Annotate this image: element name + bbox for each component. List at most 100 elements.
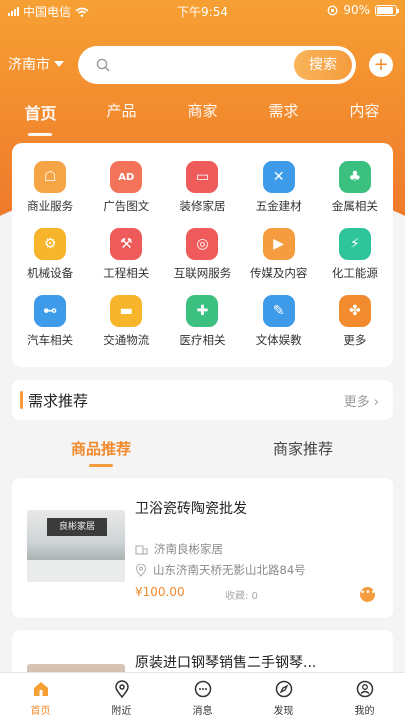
energy-icon: ⚡ — [338, 228, 371, 260]
address-row: 山东济南天桥无影山北路84号 — [135, 562, 306, 578]
search-button[interactable]: 搜索 — [294, 50, 352, 80]
nav-nearby[interactable]: 附近 — [81, 673, 162, 720]
recommend-tabs: 商品推荐 商家推荐 — [0, 426, 405, 476]
section-accent-bar — [20, 391, 23, 409]
sport-icon: ✎ — [262, 295, 295, 327]
nav-messages[interactable]: 消息 — [162, 673, 243, 720]
shop-icon — [135, 545, 148, 555]
category-label: 金属相关 — [331, 199, 378, 213]
city-label: 济南市 — [8, 57, 50, 73]
main-tabs: 首页 产品 商家 需求 内容 — [0, 100, 405, 136]
ad-icon: AD — [110, 161, 143, 193]
location-pin-icon — [135, 563, 147, 577]
shop-name: 济南良彬家居 — [154, 542, 223, 556]
compass-icon — [275, 680, 292, 698]
nav-label: 首页 — [30, 706, 51, 717]
nav-label: 附近 — [111, 706, 132, 717]
category-item[interactable]: ✕ 五金建材 — [241, 161, 317, 214]
search-input[interactable] — [120, 54, 280, 76]
battery-icon — [375, 4, 399, 16]
price: ¥100.00 — [135, 585, 185, 599]
category-item[interactable]: ◎ 互联网服务 — [164, 228, 240, 281]
store-counter — [27, 560, 125, 582]
address-text: 山东济南天桥无影山北路84号 — [153, 563, 306, 577]
category-label: 广告图文 — [103, 199, 150, 213]
chat-icon[interactable]: ••• — [360, 587, 376, 602]
tab-demands[interactable]: 需求 — [243, 100, 324, 130]
category-label: 互联网服务 — [173, 266, 232, 280]
tab-home[interactable]: 首页 — [0, 100, 81, 136]
car-icon: ⊷ — [34, 295, 67, 327]
tab-product-recommend[interactable]: 商品推荐 — [0, 426, 202, 476]
category-item[interactable]: ✎ 文体娱教 — [241, 295, 317, 348]
nav-label: 发现 — [273, 706, 294, 717]
message-icon — [194, 680, 211, 698]
product-card[interactable]: 良彬家居 卫浴瓷砖陶瓷批发 济南良彬家居 山东济南天桥无影山北路84号 ¥100… — [12, 478, 393, 618]
tab-products[interactable]: 产品 — [81, 100, 162, 130]
search-bar: 搜索 — [78, 46, 356, 84]
shop-icon: ☖ — [34, 161, 67, 193]
nav-discover[interactable]: 发现 — [243, 673, 324, 720]
category-item[interactable]: ✚ 医疗相关 — [164, 295, 240, 348]
internet-icon: ◎ — [186, 228, 219, 260]
category-label: 交通物流 — [103, 333, 150, 347]
category-item[interactable]: ⚙ 机械设备 — [12, 228, 88, 281]
nav-profile[interactable]: 我的 — [324, 673, 405, 720]
chevron-down-icon — [54, 61, 64, 67]
category-item[interactable]: ▶ 传媒及内容 — [241, 228, 317, 281]
sofa-icon: ▭ — [186, 161, 219, 193]
truck-icon: ▬ — [110, 295, 143, 327]
orientation-lock-icon — [327, 5, 338, 15]
excavator-icon: ⚒ — [110, 228, 143, 260]
machine-icon: ⚙ — [34, 228, 67, 260]
category-item[interactable]: ⚡ 化工能源 — [317, 228, 393, 281]
nav-label: 消息 — [192, 706, 213, 717]
city-selector[interactable]: 济南市 — [8, 54, 64, 74]
bottom-nav: 首页 附近 消息 发现 我的 — [0, 672, 405, 720]
product-name: 原装进口钢琴销售二手钢琴... — [135, 655, 317, 671]
camera-icon: ▶ — [262, 228, 295, 260]
nav-home[interactable]: 首页 — [0, 673, 81, 720]
category-label: 工程相关 — [103, 266, 150, 280]
category-label: 装修家居 — [179, 199, 226, 213]
category-item[interactable]: ▭ 装修家居 — [164, 161, 240, 214]
tab-content[interactable]: 内容 — [324, 100, 405, 130]
store-sign: 良彬家居 — [47, 518, 107, 536]
more-icon: ✤ — [338, 295, 371, 327]
section-title: 需求推荐 — [28, 392, 89, 410]
search-icon — [96, 58, 110, 72]
category-item[interactable]: ▬ 交通物流 — [88, 295, 164, 348]
nav-label: 我的 — [354, 706, 375, 717]
location-icon — [114, 680, 129, 699]
category-label: 化工能源 — [331, 266, 378, 280]
product-name: 卫浴瓷砖陶瓷批发 — [135, 501, 247, 517]
tab-merchants[interactable]: 商家 — [162, 100, 243, 130]
medical-icon: ✚ — [186, 295, 219, 327]
category-item[interactable]: ⚒ 工程相关 — [88, 228, 164, 281]
category-item[interactable]: ♣ 金属相关 — [317, 161, 393, 214]
category-label: 传媒及内容 — [249, 266, 308, 280]
metal-icon: ♣ — [338, 161, 371, 193]
category-label: 机械设备 — [27, 266, 74, 280]
tools-icon: ✕ — [262, 161, 295, 193]
category-item[interactable]: ✤ 更多 — [317, 295, 393, 348]
category-item[interactable]: ☖ 商业服务 — [12, 161, 88, 214]
chevron-right-icon: › — [373, 395, 379, 410]
top-bar: 济南市 搜索 + — [0, 44, 405, 84]
product-image: 良彬家居 — [27, 510, 125, 582]
category-label: 文体娱教 — [255, 333, 302, 347]
more-label: 更多 — [343, 395, 370, 410]
shop-row: 济南良彬家居 — [135, 541, 223, 557]
category-item[interactable]: AD 广告图文 — [88, 161, 164, 214]
tab-merchant-recommend[interactable]: 商家推荐 — [202, 426, 404, 476]
more-link[interactable]: 更多 › — [344, 391, 379, 410]
category-grid: ☖ 商业服务 AD 广告图文 ▭ 装修家居 ✕ 五金建材 ♣ 金属相关 ⚙ 机械设备 ⚒ 工程相关 ◎ 互联网… — [12, 143, 393, 348]
category-item[interactable]: ⊷ 汽车相关 — [12, 295, 88, 348]
status-right: 90% — [327, 3, 399, 17]
favorites-count: 收藏: 0 — [225, 591, 258, 602]
battery-percent: 90% — [343, 3, 370, 17]
plus-icon[interactable]: + — [369, 53, 393, 77]
user-icon — [356, 680, 373, 698]
category-label: 医疗相关 — [179, 333, 226, 347]
home-icon — [33, 682, 48, 696]
